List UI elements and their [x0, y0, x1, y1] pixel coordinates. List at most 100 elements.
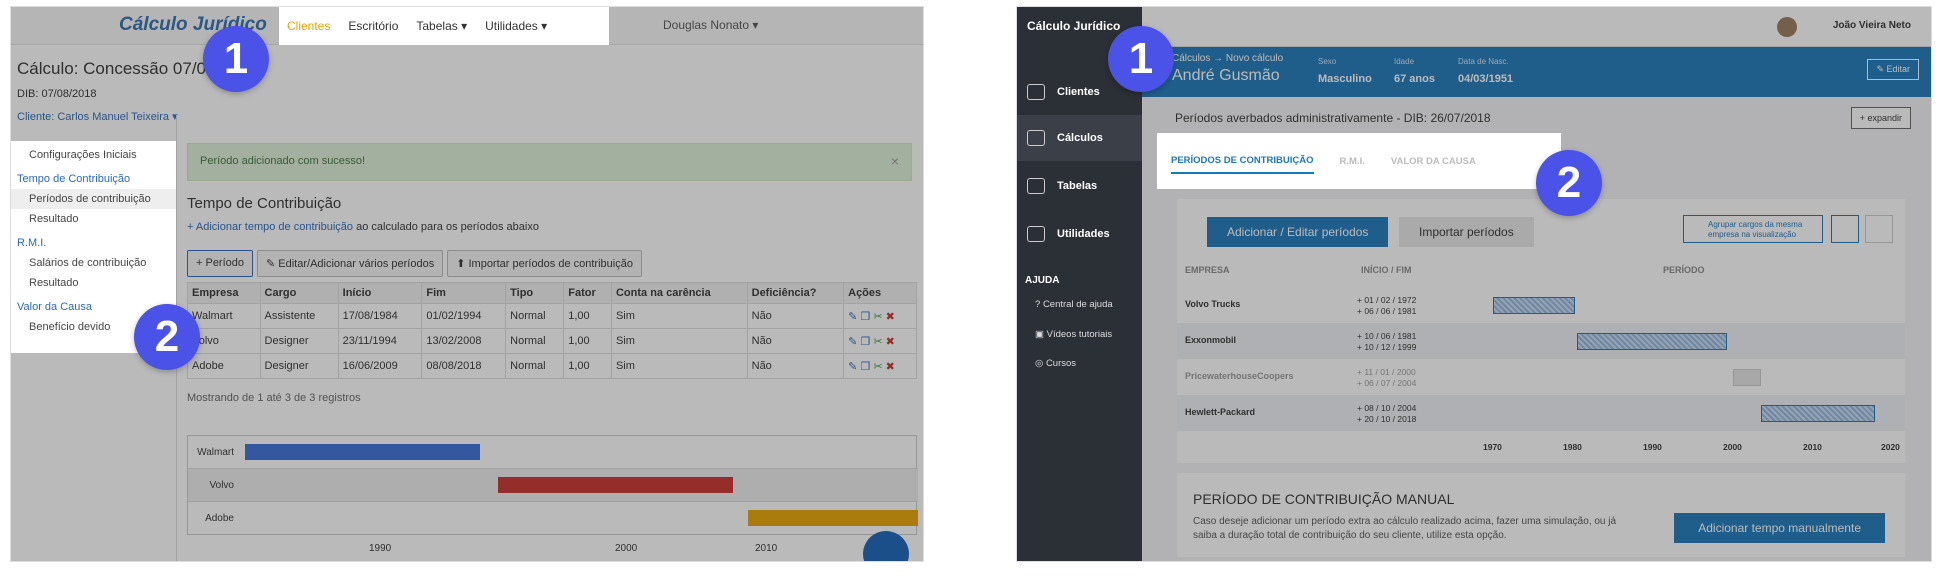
toolbar: + Período ✎ Editar/Adicionar vários perí…: [187, 250, 642, 277]
chat-widget-icon[interactable]: [863, 531, 909, 561]
add-time-line: + Adicionar tempo de contribuição ao cal…: [187, 221, 539, 233]
copy-icon[interactable]: ❐: [860, 336, 870, 348]
col-deficiencia[interactable]: Deficiência?: [746, 282, 845, 304]
list-item: Hewlett-Packard + 08 / 10 / 2004 + 20 / 10…: [1177, 395, 1905, 431]
cell: 01/02/1994: [421, 303, 507, 329]
split-icon[interactable]: ✂: [873, 336, 882, 348]
tab-periodos[interactable]: PERÍODOS DE CONTRIBUIÇÃO: [1171, 149, 1314, 174]
sidebar-item-salarios[interactable]: Salários de contribuição: [11, 253, 176, 273]
start-date: + 11 / 01 / 2000: [1357, 367, 1416, 377]
nav-tabelas[interactable]: Tabelas ▾: [416, 19, 467, 33]
tools-icon: [1027, 226, 1045, 242]
client-banner: Cálculos → Novo cálculo André Gusmão Sex…: [1142, 47, 1931, 97]
company-name: Hewlett-Packard: [1185, 407, 1256, 417]
manual-card: PERÍODO DE CONTRIBUIÇÃO MANUAL Caso dese…: [1177, 473, 1905, 557]
field-label: Data de Nasc.: [1458, 57, 1509, 66]
split-icon[interactable]: ✂: [873, 311, 882, 323]
delete-icon[interactable]: ✖: [886, 361, 895, 373]
edit-periods-button[interactable]: ✎ Editar/Adicionar vários períodos: [257, 250, 444, 277]
timeline-bar-adobe: [748, 510, 918, 526]
sidebar-item-periodos[interactable]: Períodos de contribuição: [11, 189, 176, 209]
row-actions: ✎ ❐ ✂ ✖: [843, 303, 917, 329]
edit-button[interactable]: ✎ Editar: [1867, 59, 1919, 80]
copy-icon[interactable]: ❐: [860, 361, 870, 373]
edit-icon[interactable]: ✎: [848, 311, 857, 323]
col-fim[interactable]: Fim: [421, 282, 507, 304]
sidebar-item-resultado[interactable]: Resultado: [11, 209, 176, 229]
nav-escritorio[interactable]: Escritório: [348, 19, 398, 33]
col-carencia[interactable]: Conta na carência: [610, 282, 748, 304]
sidebar-item-resultado-rmi[interactable]: Resultado: [11, 273, 176, 293]
menu-calculos[interactable]: Cálculos: [1017, 115, 1142, 161]
table-info: Mostrando de 1 até 3 de 3 registros: [187, 392, 361, 404]
tab-rmi[interactable]: R.M.I.: [1340, 156, 1365, 167]
end-date: + 06 / 06 / 1981: [1357, 306, 1417, 316]
end-date: + 20 / 10 / 2018: [1357, 414, 1417, 424]
add-period-button[interactable]: + Período: [187, 250, 254, 277]
cell: 1,00: [563, 303, 612, 329]
nav-clientes[interactable]: Clientes: [287, 19, 330, 33]
delete-icon[interactable]: ✖: [886, 311, 895, 323]
edit-icon[interactable]: ✎: [848, 336, 857, 348]
tab-valor[interactable]: VALOR DA CAUSA: [1391, 156, 1476, 167]
table-row: Volvo Designer 23/11/1994 13/02/2008 Normal 1…: [187, 328, 917, 354]
copy-icon[interactable]: ❐: [860, 311, 870, 323]
menu-utilidades[interactable]: Utilidades: [1017, 211, 1142, 257]
timeline-row: Volvo: [188, 469, 918, 502]
client-selector[interactable]: Cliente: Carlos Manuel Teixeira ▾: [17, 110, 178, 123]
help-label: Central de ajuda: [1042, 299, 1113, 310]
row-actions: ✎ ❐ ✂ ✖: [843, 328, 917, 354]
step-badge-1: 1: [1108, 26, 1174, 92]
user-name[interactable]: João Vieira Neto: [1833, 20, 1911, 31]
sidebar-heading-tempo[interactable]: Tempo de Contribuição: [11, 169, 176, 189]
add-manual-button[interactable]: Adicionar tempo manualmente: [1674, 513, 1885, 543]
date-range: + 10 / 06 / 1981 + 10 / 12 / 1999: [1357, 331, 1416, 353]
col-cargo[interactable]: Cargo: [259, 282, 339, 304]
dark-sidebar: Cálculo Jurídico Clientes Cálculos Tabel…: [1017, 7, 1142, 561]
document-icon: [1027, 178, 1045, 194]
year-label: 2020: [1881, 442, 1900, 452]
end-date: + 06 / 07 / 2004: [1357, 378, 1417, 388]
success-alert: Período adicionado com sucesso! ×: [187, 143, 912, 181]
col-tipo[interactable]: Tipo: [505, 282, 565, 304]
list-item: Volvo Trucks + 01 / 02 / 1972 + 06 / 06 / …: [1177, 287, 1905, 323]
timeline-bar-walmart: [245, 444, 480, 460]
menu-label: Cálculos: [1057, 132, 1103, 144]
avatar[interactable]: [1777, 17, 1797, 37]
overlay: [11, 353, 176, 561]
edit-icon[interactable]: ✎: [848, 361, 857, 373]
col-inicio[interactable]: Início: [337, 282, 423, 304]
cell: Normal: [505, 328, 565, 354]
sidebar-heading-rmi[interactable]: R.M.I.: [11, 233, 176, 253]
manual-text: Caso deseje adicionar um período extra a…: [1193, 516, 1617, 541]
cell: Designer: [259, 328, 339, 354]
user-menu[interactable]: Douglas Nonato ▾: [663, 18, 758, 32]
group-checkbox[interactable]: Agrupar cargos da mesma empresa na visua…: [1683, 215, 1823, 243]
field-label: Idade: [1394, 57, 1415, 66]
sidebar-item-config[interactable]: Configurações Iniciais: [11, 145, 176, 165]
close-icon[interactable]: ×: [891, 153, 899, 169]
help-cursos[interactable]: ◎ Cursos: [1035, 358, 1076, 369]
import-periods-button[interactable]: Importar períodos: [1399, 217, 1534, 247]
add-edit-periods-button[interactable]: Adicionar / Editar períodos: [1207, 217, 1389, 247]
col-empresa[interactable]: Empresa: [187, 282, 261, 304]
expand-button[interactable]: + expandir: [1850, 107, 1911, 129]
chart-view-icon[interactable]: [1831, 215, 1859, 243]
cell: Walmart: [187, 303, 261, 329]
import-periods-button[interactable]: ⬆ Importar períodos de contribuição: [447, 250, 642, 277]
dib-date: DIB: 07/08/2018: [17, 88, 97, 100]
help-label: Cursos: [1045, 358, 1077, 369]
breadcrumb[interactable]: Cálculos → Novo cálculo: [1172, 53, 1283, 64]
add-time-link[interactable]: + Adicionar tempo de contribuição: [187, 221, 353, 233]
menu-tabelas[interactable]: Tabelas: [1017, 163, 1142, 209]
list-view-icon[interactable]: [1865, 215, 1893, 243]
split-icon[interactable]: ✂: [873, 361, 882, 373]
timeline-chart: Walmart Volvo Adobe: [187, 435, 918, 535]
help-central[interactable]: ? Central de ajuda: [1035, 299, 1113, 310]
nav-utilidades[interactable]: Utilidades ▾: [485, 19, 547, 33]
app-logo[interactable]: Cálculo Jurídico: [1027, 19, 1120, 33]
col-fator[interactable]: Fator: [563, 282, 612, 304]
company-name: Volvo Trucks: [1185, 299, 1241, 309]
delete-icon[interactable]: ✖: [886, 336, 895, 348]
help-videos[interactable]: ▣ Vídeos tutoriais: [1035, 329, 1112, 340]
